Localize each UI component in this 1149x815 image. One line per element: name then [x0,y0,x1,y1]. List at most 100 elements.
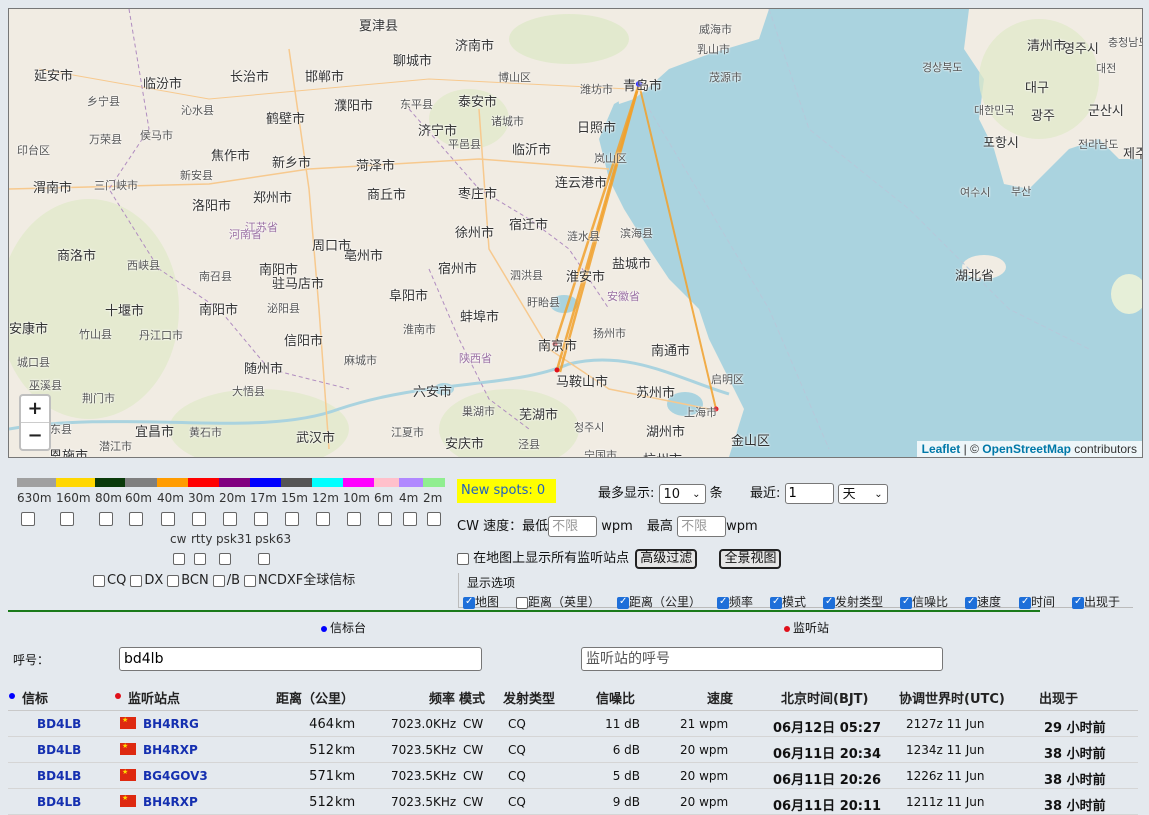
band-6m: 6m [374,478,399,526]
utc-time: 1234z 11 Jun [906,743,985,757]
map-place-label: 临汾市 [143,77,183,92]
filter-checkbox[interactable] [93,574,105,587]
display-option-checkbox[interactable] [717,596,729,609]
mode-checkbox-cw[interactable] [173,553,185,565]
display-option-checkbox[interactable] [617,596,629,609]
frequency: 7023.5KHz [391,769,457,783]
band-color-swatch [125,478,157,487]
map-place-label: 丹江口市 [139,329,183,342]
band-checkbox[interactable] [99,512,113,526]
display-option-checkbox[interactable] [823,596,835,609]
band-checkbox[interactable] [403,512,417,526]
listener-callsign-input[interactable]: 监听站的呼号 [581,647,943,671]
beacon-callsign-input[interactable]: bd4lb [119,647,482,671]
column-header: 模式 [459,688,485,707]
table-row[interactable]: BD4LB BH4RXP 512km 7023.5KHz CW CQ 9 dB 20 wpm 0… [8,789,1138,815]
map-place-label: 鹤壁市 [266,112,306,127]
display-option: 距离（公里） [617,593,701,610]
table-row[interactable]: BD4LB BG4GOV3 571km 7023.5KHz CW CQ 5 dB 20 wpm… [8,763,1138,789]
listener-callsign-link[interactable]: BH4RXP [143,795,198,809]
zoom-in-button[interactable]: + [21,396,49,422]
zoom-out-button[interactable]: − [21,422,49,449]
display-option-checkbox[interactable] [1072,596,1084,609]
display-option-checkbox[interactable] [516,596,528,609]
band-checkbox[interactable] [427,512,441,526]
band-checkbox[interactable] [60,512,74,526]
seen-ago: 38 小时前 [1044,799,1106,814]
mode-checkbox-psk63[interactable] [258,553,270,565]
beacon-callsign-link[interactable]: BD4LB [37,769,81,783]
table-row[interactable]: BD4LB BH4RXP 512km 7023.5KHz CW CQ 6 dB 20 wpm 0… [8,737,1138,763]
spot-map[interactable]: 夏津县 济南市 威海市 乳山市 清州市 延安市 临汾市 长治市 邯郸市 聊城市 博山区 潍坊市 青岛市 茂… [8,8,1143,458]
osm-link[interactable]: OpenStreetMap [982,442,1071,456]
advanced-filter-button[interactable]: 高级过滤 [635,549,698,569]
utc-time: 1226z 11 Jun [906,769,985,783]
map-place-label: 印台区 [17,144,50,157]
map-place-label: 恩施市 [49,449,89,458]
max-display-value: 10 [663,486,681,502]
chevron-down-icon: ⌄ [874,488,883,500]
beacon-callsign-link[interactable]: BD4LB [37,717,81,731]
map-place-label: 전라남도 [1078,138,1119,151]
filter-checkbox[interactable] [212,574,225,587]
show-all-checkbox[interactable] [457,552,469,565]
band-label: 630m [17,491,52,505]
map-place-label: 西峡县 [127,259,160,272]
column-header-text: 速度 [707,692,734,707]
listener-callsign-link[interactable]: BG4GOV3 [143,769,208,783]
band-checkbox[interactable] [192,512,206,526]
listener-heading-text: 监听站 [793,621,830,635]
beacon-heading-text: 信标台 [330,621,367,635]
band-checkbox[interactable] [254,512,268,526]
recent-unit-select[interactable]: 天 ⌄ [837,483,888,504]
beacon-callsign-link[interactable]: BD4LB [37,743,81,757]
listener-callsign-link[interactable]: BH4RXP [143,743,198,757]
band-checkbox[interactable] [378,512,392,526]
band-checkbox[interactable] [21,512,35,526]
band-15m: 15m [281,478,312,526]
band-checkbox[interactable] [285,512,299,526]
band-checkbox[interactable] [316,512,330,526]
bjt-time: 06月11日 20:34 [773,747,882,762]
listener-heading: 监听站 [784,619,829,636]
beacon-callsign-link[interactable]: BD4LB [37,795,81,809]
distance-value: 571 [309,769,334,784]
max-speed-input[interactable]: 不限 [677,516,727,537]
column-header: 监听站点 [115,688,180,707]
map-place-label: 淮安市 [566,270,606,285]
band-color-swatch [95,478,125,487]
mode-checkbox-psk31[interactable] [219,553,231,565]
map-place-label: 濮阳市 [334,99,374,114]
band-label: 40m [157,491,184,505]
max-display-select[interactable]: 10 ⌄ [658,483,706,504]
leaflet-link[interactable]: Leaflet [922,442,961,456]
band-checkbox[interactable] [223,512,237,526]
mode-label: psk63 [255,532,292,546]
map-place-label: 阜阳市 [389,289,429,304]
map-place-label: 驻马店市 [272,277,325,292]
band-checkbox[interactable] [161,512,175,526]
filter-checkbox[interactable] [244,574,257,587]
recent-input[interactable]: 1 [784,483,834,504]
filter-checkbox[interactable] [130,574,143,587]
speed: 20 wpm [680,769,729,783]
min-speed-input[interactable]: 不限 [548,516,598,537]
display-option-checkbox[interactable] [463,596,475,609]
filter-checkbox[interactable] [167,574,180,587]
map-place-label: 湖北省 [955,269,995,284]
chevron-down-icon: ⌄ [692,488,701,500]
band-checkbox[interactable] [347,512,361,526]
display-option-checkbox[interactable] [770,596,782,609]
blue-dot-icon [9,693,15,699]
band-label: 80m [95,491,122,505]
mode-checkbox-rtty[interactable] [194,553,206,565]
listener-callsign-link[interactable]: BH4RRG [143,717,199,731]
show-all-label: 在地图上显示所有监听站点 [473,551,630,566]
band-checkbox[interactable] [129,512,143,526]
display-option-checkbox[interactable] [965,596,977,609]
display-option-checkbox[interactable] [900,596,912,609]
speed: 21 wpm [680,717,729,731]
table-row[interactable]: BD4LB BH4RRG 464km 7023.0KHz CW CQ 11 dB 21 wpm… [8,711,1138,737]
panorama-button[interactable]: 全景视图 [719,549,782,569]
display-option-checkbox[interactable] [1019,596,1031,609]
